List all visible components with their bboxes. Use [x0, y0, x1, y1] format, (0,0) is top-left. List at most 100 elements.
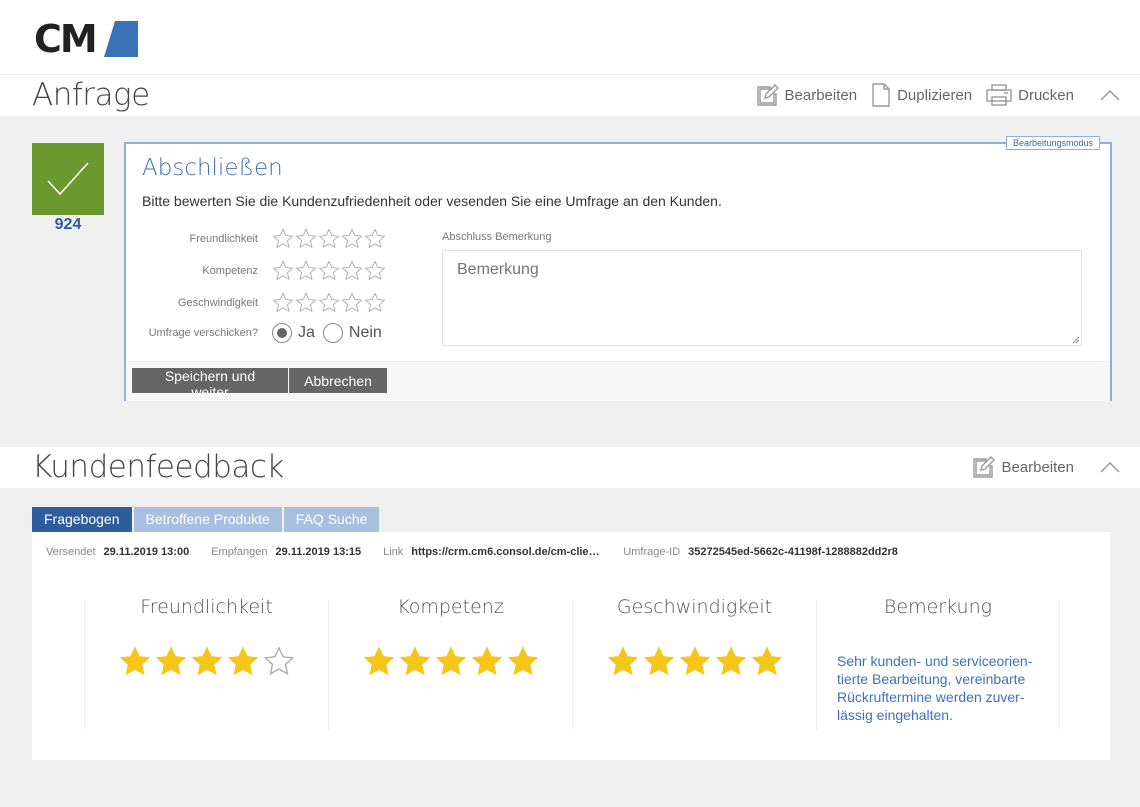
logo-text: CM	[34, 17, 98, 61]
star-filled-icon	[471, 646, 502, 676]
feedback-actions: Bearbeiten	[971, 455, 1120, 479]
col-title: Kompetenz	[397, 596, 504, 618]
star-icon[interactable]	[318, 292, 340, 314]
print-label: Drucken	[1018, 86, 1074, 104]
print-button[interactable]: Drucken	[986, 84, 1074, 106]
save-continue-button[interactable]: Speichern und weiter	[132, 368, 288, 400]
col-title: Bemerkung	[883, 596, 993, 618]
star-filled-icon	[679, 646, 710, 676]
star-icon[interactable]	[341, 292, 363, 314]
checkmark-icon	[47, 162, 89, 196]
star-icon[interactable]	[318, 260, 340, 282]
radio-no-indicator[interactable]	[322, 323, 343, 343]
edit-icon	[973, 456, 996, 478]
rating-row-friendliness: Freundlichkeit	[142, 228, 386, 250]
edit-button[interactable]: Bearbeiten	[755, 83, 858, 107]
survey-meta: Versendet 29.11.2019 13:00 Empfangen 29.11…	[46, 546, 898, 558]
close-form: Bearbeitungsmodus Abschließen Bitte bewe…	[124, 136, 1112, 401]
form-title: Abschließen	[142, 155, 283, 181]
edit-label: Bearbeiten	[784, 86, 858, 104]
radio-yes-indicator[interactable]	[272, 323, 292, 343]
cm-logo: CM	[34, 20, 138, 58]
survey-row: Umfrage verschicken? Ja Nein	[142, 323, 382, 343]
star-icon[interactable]	[318, 228, 340, 250]
star-filled-icon	[507, 646, 538, 676]
star-icon[interactable]	[364, 260, 386, 282]
star-rating	[573, 646, 816, 678]
star-filled-icon	[119, 646, 150, 676]
feedback-edit-button[interactable]: Bearbeiten	[971, 455, 1074, 479]
status-tile	[32, 143, 104, 215]
rating-row-speed: Geschwindigkeit	[142, 292, 386, 314]
rating-label: Kompetenz	[202, 265, 258, 277]
rating-stars[interactable]	[272, 228, 386, 250]
star-icon[interactable]	[341, 228, 363, 250]
star-rating	[85, 646, 328, 678]
star-filled-icon	[155, 646, 186, 676]
star-icon[interactable]	[295, 228, 317, 250]
star-rating	[329, 646, 572, 678]
survey-yes-radio[interactable]: Ja	[272, 323, 315, 343]
document-icon	[872, 83, 890, 107]
page-title: Anfrage	[32, 77, 150, 113]
survey-yes-label: Ja	[298, 324, 315, 341]
collapse-feedback-button[interactable]	[1100, 457, 1120, 477]
survey-no-radio[interactable]: Nein	[322, 323, 382, 343]
tab-faq-search[interactable]: FAQ Suche	[283, 507, 380, 532]
star-filled-icon	[435, 646, 466, 676]
feedback-col-friendliness: Freundlichkeit	[84, 596, 328, 730]
star-filled-icon	[191, 646, 222, 676]
rating-label: Geschwindigkeit	[177, 297, 258, 309]
star-icon[interactable]	[272, 292, 294, 314]
star-icon[interactable]	[272, 228, 294, 250]
rating-stars[interactable]	[272, 260, 386, 282]
chevron-up-icon	[1100, 89, 1120, 101]
star-filled-icon	[715, 646, 746, 676]
rating-stars[interactable]	[272, 292, 386, 314]
duplicate-label: Duplizieren	[897, 86, 973, 104]
col-title: Geschwindigkeit	[616, 596, 773, 618]
ticket-number: 924	[54, 216, 82, 233]
star-filled-icon	[607, 646, 638, 676]
star-filled-icon	[751, 646, 782, 676]
cancel-button[interactable]: Abbrechen	[289, 368, 387, 393]
remark-label: Abschluss Bemerkung	[442, 231, 552, 243]
survey-link[interactable]: https://crm.cm6.consol.de/cm-client/surv…	[411, 546, 601, 558]
star-icon[interactable]	[341, 260, 363, 282]
survey-label: Umfrage verschicken?	[148, 327, 258, 339]
col-title: Freundlichkeit	[140, 596, 273, 618]
star-filled-icon	[227, 646, 258, 676]
star-icon[interactable]	[364, 292, 386, 314]
star-icon[interactable]	[272, 260, 294, 282]
star-filled-icon	[399, 646, 430, 676]
duplicate-button[interactable]: Duplizieren	[871, 83, 972, 107]
star-icon[interactable]	[295, 260, 317, 282]
star-filled-icon	[363, 646, 394, 676]
edit-icon	[756, 84, 779, 106]
star-empty-icon	[263, 646, 294, 676]
meta-received: Empfangen 29.11.2019 13:15	[211, 546, 362, 558]
feedback-tabs: Fragebogen Betroffene Produkte FAQ Suche	[32, 507, 380, 532]
edit-label: Bearbeiten	[1001, 458, 1074, 476]
feedback-header: Kundenfeedback Bearbeiten	[0, 446, 1140, 488]
meta-link[interactable]: Link https://crm.cm6.consol.de/cm-client/…	[383, 546, 601, 558]
survey-radio-group: Ja Nein	[272, 323, 382, 343]
form-footer: Speichern und weiter Abbrechen	[126, 361, 1110, 401]
feedback-col-speed: Geschwindigkeit	[572, 596, 816, 730]
meta-survey-id: Umfrage-ID 35272545ed-5662c-41198f-128888…	[623, 546, 898, 558]
tab-questionnaire[interactable]: Fragebogen	[32, 507, 132, 532]
edit-mode-badge: Bearbeitungsmodus	[1005, 136, 1100, 150]
meta-sent: Versendet 29.11.2019 13:00	[46, 546, 190, 558]
printer-icon	[986, 84, 1012, 106]
rating-row-competence: Kompetenz	[142, 260, 386, 282]
logo-mark-icon	[97, 21, 138, 57]
remark-text: Sehr kunden- und serviceorien-tierte Bea…	[837, 653, 1033, 723]
star-icon[interactable]	[364, 228, 386, 250]
star-filled-icon	[643, 646, 674, 676]
feedback-col-competence: Kompetenz	[328, 596, 572, 730]
tab-affected-products[interactable]: Betroffene Produkte	[133, 507, 282, 532]
collapse-request-button[interactable]	[1100, 85, 1120, 105]
resize-handle-icon[interactable]	[1070, 334, 1080, 344]
remark-textarea[interactable]	[442, 250, 1082, 346]
star-icon[interactable]	[295, 292, 317, 314]
